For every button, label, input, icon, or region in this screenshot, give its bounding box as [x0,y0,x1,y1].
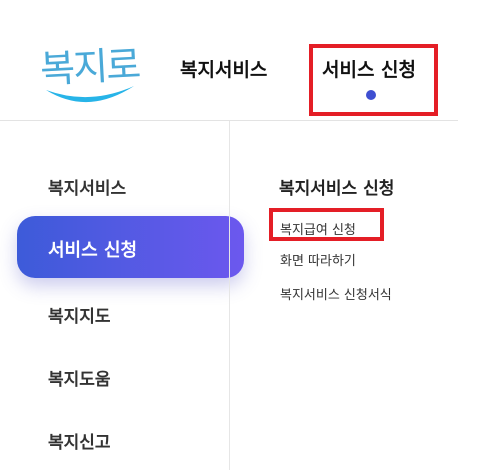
submenu-highlight-box [269,208,384,241]
sidebar-item-label: 서비스 신청 [48,240,138,261]
submenu-title: 복지서비스 신청 [279,179,395,199]
sidebar-item-service-application[interactable]: 서비스 신청 [17,216,244,278]
sidebar-item-welfare-services[interactable]: 복지서비스 [48,174,126,199]
page: 복지로 복지서비스 서비스 신청 복지서비스 서비스 신청 복지지도 복지도움 … [0,0,490,470]
sidebar-item-welfare-report[interactable]: 복지신고 [48,428,111,453]
submenu-item-screen-guide[interactable]: 화면 따라하기 [280,250,356,269]
submenu-item-application-forms[interactable]: 복지서비스 신청서식 [280,284,392,303]
header: 복지로 복지서비스 서비스 신청 [0,0,490,120]
nav-welfare-services[interactable]: 복지서비스 [180,55,267,82]
sidebar-item-welfare-map[interactable]: 복지지도 [48,302,111,327]
logo[interactable]: 복지로 [38,28,142,124]
sidebar-item-welfare-help[interactable]: 복지도움 [48,365,111,390]
logo-swoosh-icon [46,86,134,103]
sidebar-divider [229,121,230,470]
nav-highlight-box [309,44,438,116]
